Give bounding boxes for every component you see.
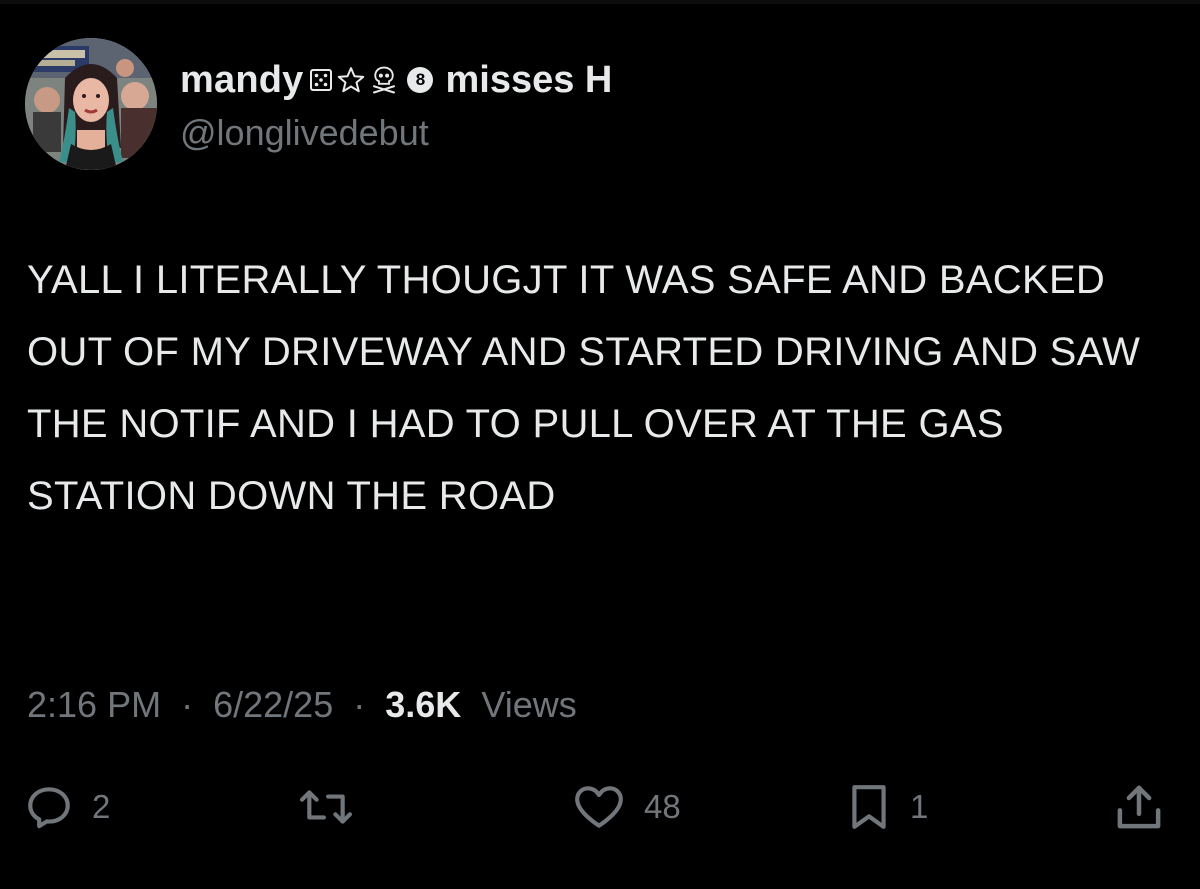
bookmark-button[interactable]: 1 [846,775,928,839]
display-name-suffix[interactable]: misses H [445,59,612,102]
reply-button[interactable]: 2 [24,775,110,839]
share-button[interactable] [1112,775,1166,839]
views-count[interactable]: 3.6K [385,684,461,725]
top-edge-divider [0,0,1200,4]
repost-icon [296,782,356,832]
author-name-row[interactable]: mandy 8 misses H [180,56,612,104]
eight-ball-badge: 8 [407,67,434,93]
action-bar: 2 48 1 [0,775,1200,839]
avatar[interactable] [25,38,157,170]
dice-icon [309,68,333,92]
star-icon [336,65,366,95]
reply-icon [24,782,74,832]
avatar-photo [25,38,157,170]
skull-crossbones-icon [369,65,399,95]
views-label[interactable]: Views [481,684,576,725]
share-icon [1112,780,1166,834]
meta-separator: · [353,684,366,725]
bookmark-count: 1 [910,788,929,825]
like-count: 48 [644,788,681,825]
tweet-time[interactable]: 2:16 PM [27,684,161,725]
bookmark-icon [846,782,892,832]
tweet-meta: 2:16 PM · 6/22/25 · 3.6K Views [27,684,577,726]
user-handle[interactable]: @longlivedebut [180,112,429,154]
like-button[interactable]: 48 [572,775,681,839]
tweet-text: YALL I LITERALLY THOUGJT IT WAS SAFE AND… [27,258,1141,518]
tweet-date[interactable]: 6/22/25 [213,684,333,725]
meta-separator: · [181,684,194,725]
repost-button[interactable] [296,775,374,839]
heart-icon [572,782,626,832]
reply-count: 2 [92,788,111,825]
display-name[interactable]: mandy [180,59,303,102]
